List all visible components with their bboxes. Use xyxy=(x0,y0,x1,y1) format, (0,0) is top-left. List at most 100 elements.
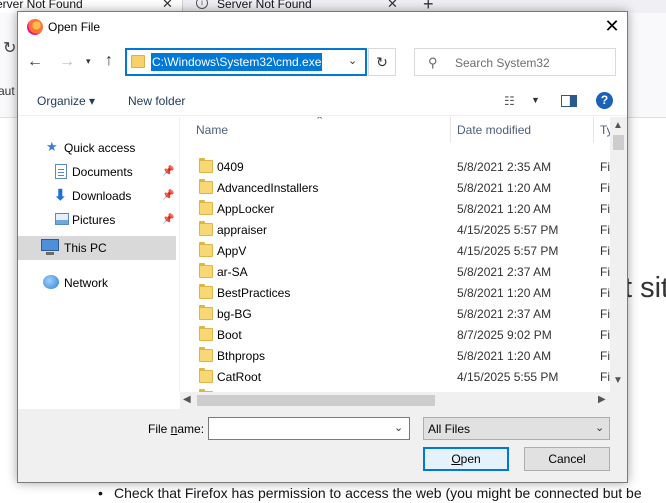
file-type: Fi xyxy=(600,328,610,342)
info-icon: i xyxy=(196,0,208,9)
view-options-icon[interactable]: ☷ xyxy=(504,94,515,108)
file-type-select[interactable]: All Files ⌄ xyxy=(423,417,610,440)
download-icon: ⬇ xyxy=(54,187,67,204)
pin-icon[interactable]: 📌 xyxy=(162,190,174,201)
file-date: 5/8/2021 2:35 AM xyxy=(457,160,552,174)
table-row[interactable]: appraiser 4/15/2025 5:57 PM Fi xyxy=(180,220,610,241)
file-type-value: All Files xyxy=(428,422,471,436)
table-row[interactable]: AdvancedInstallers 5/8/2021 1:20 AM Fi xyxy=(180,178,610,199)
bookmark-fragment[interactable]: aut xyxy=(0,84,15,98)
file-name: appraiser xyxy=(217,223,268,237)
table-row[interactable]: Bthprops 5/8/2021 1:20 AM Fi xyxy=(180,346,610,367)
file-type: Fi xyxy=(600,202,610,216)
nav-item-documents[interactable]: Documents 📌 xyxy=(54,161,179,183)
up-arrow-icon[interactable]: ↑ xyxy=(105,52,113,70)
nav-label: Downloads xyxy=(72,189,132,203)
nav-item-downloads[interactable]: ⬇ Downloads 📌 xyxy=(54,185,179,207)
open-rest: pen xyxy=(460,452,481,466)
chevron-down-icon[interactable]: ⌄ xyxy=(348,54,357,67)
refresh-button[interactable]: ↻ xyxy=(368,48,396,76)
vertical-scrollbar[interactable]: ▲ ▼ xyxy=(610,117,627,392)
file-date: 4/15/2025 5:57 PM xyxy=(457,244,559,258)
file-type: Fi xyxy=(600,244,610,258)
address-path[interactable]: C:\Windows\System32\cmd.exe xyxy=(151,53,323,71)
scroll-up-icon[interactable]: ▲ xyxy=(613,120,623,131)
file-name-label-pre: File xyxy=(148,422,171,436)
cancel-button[interactable]: Cancel xyxy=(524,447,610,471)
firefox-icon xyxy=(27,19,43,35)
organize-label: Organize xyxy=(37,94,86,108)
open-button[interactable]: Open xyxy=(423,447,509,471)
new-folder-button[interactable]: New folder xyxy=(128,94,185,108)
scroll-down-icon[interactable]: ▼ xyxy=(613,375,623,386)
chevron-down-icon[interactable]: ⌄ xyxy=(595,421,604,434)
table-row[interactable]: ar-SA 5/8/2021 2:37 AM Fi xyxy=(180,262,610,283)
file-date: 4/15/2025 5:57 PM xyxy=(457,223,559,237)
file-date: 8/7/2025 9:02 PM xyxy=(457,328,552,342)
nav-label: Pictures xyxy=(72,213,116,227)
scroll-left-icon[interactable]: ◀ xyxy=(183,394,191,405)
scroll-thumb[interactable] xyxy=(613,135,624,150)
column-header-date[interactable]: Date modified xyxy=(451,117,593,143)
chevron-down-icon[interactable]: ⌄ xyxy=(394,421,403,434)
search-placeholder: Search System32 xyxy=(455,56,550,70)
folder-icon xyxy=(199,263,213,278)
nav-item-this-pc[interactable]: This PC xyxy=(18,236,176,260)
file-date: 5/8/2021 1:20 AM xyxy=(457,181,552,195)
horizontal-scrollbar[interactable]: ◀ ▶ xyxy=(180,392,610,409)
file-date: 5/8/2021 1:20 AM xyxy=(457,349,552,363)
table-row[interactable]: AppLocker 5/8/2021 1:20 AM Fi xyxy=(180,199,610,220)
file-type: Fi xyxy=(600,223,610,237)
file-type: Fi xyxy=(600,286,610,300)
search-input[interactable]: ⚲ Search System32 xyxy=(414,48,616,76)
help-icon[interactable]: ? xyxy=(596,92,613,109)
file-type: Fi xyxy=(600,181,610,195)
close-icon[interactable]: ✕ xyxy=(601,15,623,37)
nav-label: Documents xyxy=(72,165,133,179)
reload-icon[interactable]: ↻ xyxy=(3,38,16,58)
pin-icon[interactable]: 📌 xyxy=(162,214,174,225)
recent-locations-chevron-icon[interactable]: ▾ xyxy=(86,56,91,67)
file-name: BestPractices xyxy=(217,286,291,300)
nav-item-pictures[interactable]: Pictures 📌 xyxy=(54,209,179,231)
document-icon xyxy=(55,164,67,179)
table-row[interactable]: 0409 5/8/2021 2:35 AM Fi xyxy=(180,157,610,178)
search-icon: ⚲ xyxy=(428,55,438,70)
file-name-field[interactable]: ⌄ xyxy=(208,417,410,440)
nav-item-quick-access[interactable]: ★ Quick access xyxy=(46,137,176,159)
navigation-pane: ★ Quick access Documents 📌 ⬇ Downloads 📌… xyxy=(18,117,179,392)
scroll-right-icon[interactable]: ▶ xyxy=(598,394,606,405)
refresh-icon: ↻ xyxy=(376,54,388,70)
address-bar[interactable]: C:\Windows\System32\cmd.exe ⌄ xyxy=(125,48,367,76)
file-type: Fi xyxy=(600,370,610,384)
folder-icon xyxy=(131,55,145,68)
organize-button[interactable]: Organize ▾ xyxy=(37,94,95,108)
file-type: Fi xyxy=(600,160,610,174)
table-row[interactable]: bg-BG 5/8/2021 2:37 AM Fi xyxy=(180,304,610,325)
folder-icon xyxy=(199,284,213,299)
network-icon xyxy=(43,275,59,289)
table-row[interactable]: Boot 8/7/2025 9:02 PM Fi xyxy=(180,325,610,346)
folder-icon xyxy=(199,347,213,362)
column-header-name[interactable]: Name xyxy=(180,117,450,143)
nav-item-network[interactable]: Network xyxy=(41,272,176,294)
table-row[interactable]: BestPractices 5/8/2021 1:20 AM Fi xyxy=(180,283,610,304)
table-row[interactable]: AppV 4/15/2025 5:57 PM Fi xyxy=(180,241,610,262)
scroll-thumb[interactable] xyxy=(197,395,435,406)
nav-label: Quick access xyxy=(64,141,136,155)
file-date: 5/8/2021 2:37 AM xyxy=(457,307,552,321)
folder-icon xyxy=(199,305,213,320)
table-row[interactable]: CatRoot 4/15/2025 5:55 PM Fi xyxy=(180,367,610,388)
chevron-down-icon[interactable]: ▼ xyxy=(531,95,540,105)
file-date: 4/15/2025 5:55 PM xyxy=(457,370,559,384)
forward-arrow-icon[interactable]: → xyxy=(59,53,75,71)
computer-icon xyxy=(41,239,59,255)
error-bullet: Check that Firefox has permission to acc… xyxy=(98,485,642,501)
file-name: ar-SA xyxy=(217,265,248,279)
back-arrow-icon[interactable]: ← xyxy=(27,53,43,71)
folder-icon xyxy=(199,179,213,194)
pin-icon[interactable]: 📌 xyxy=(162,166,174,177)
preview-pane-icon[interactable] xyxy=(561,95,577,107)
open-file-dialog: Open File ✕ ← → ▾ ↑ C:\Windows\System32\… xyxy=(17,11,628,483)
file-name: Bthprops xyxy=(217,349,266,363)
